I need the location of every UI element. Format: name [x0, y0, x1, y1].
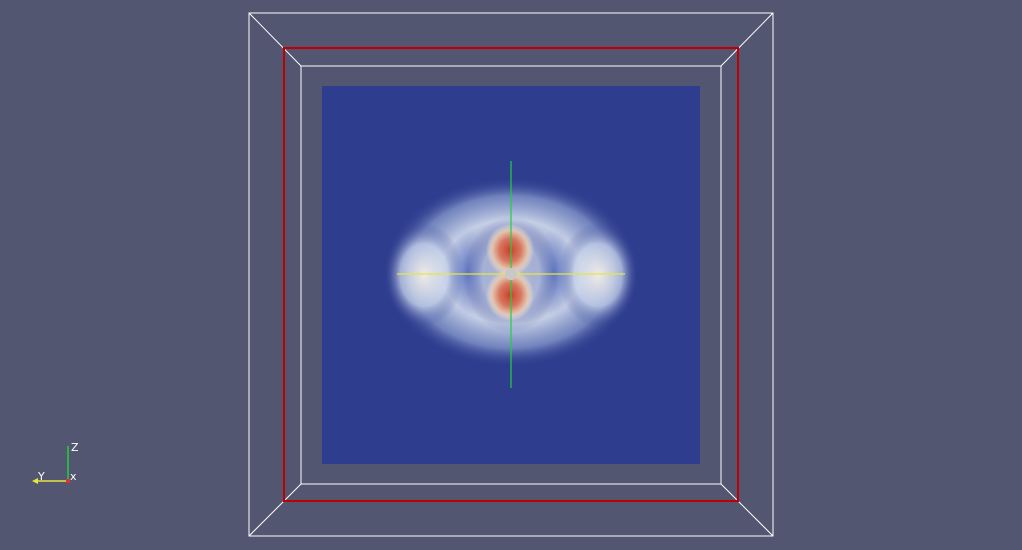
render-viewport[interactable]: Z Y x: [0, 0, 1022, 550]
outline-edge: [248, 483, 302, 537]
x-axis-label: x: [70, 470, 77, 483]
y-axis-label: Y: [37, 470, 45, 483]
widget-center-handle[interactable]: [505, 268, 517, 280]
outline-edge: [720, 12, 774, 67]
outline-edge: [720, 483, 774, 537]
scene-canvas[interactable]: Z Y x: [0, 0, 1022, 550]
outline-edge: [248, 12, 302, 67]
z-axis-label: Z: [71, 441, 79, 454]
orientation-axes: Z Y x: [32, 441, 79, 484]
